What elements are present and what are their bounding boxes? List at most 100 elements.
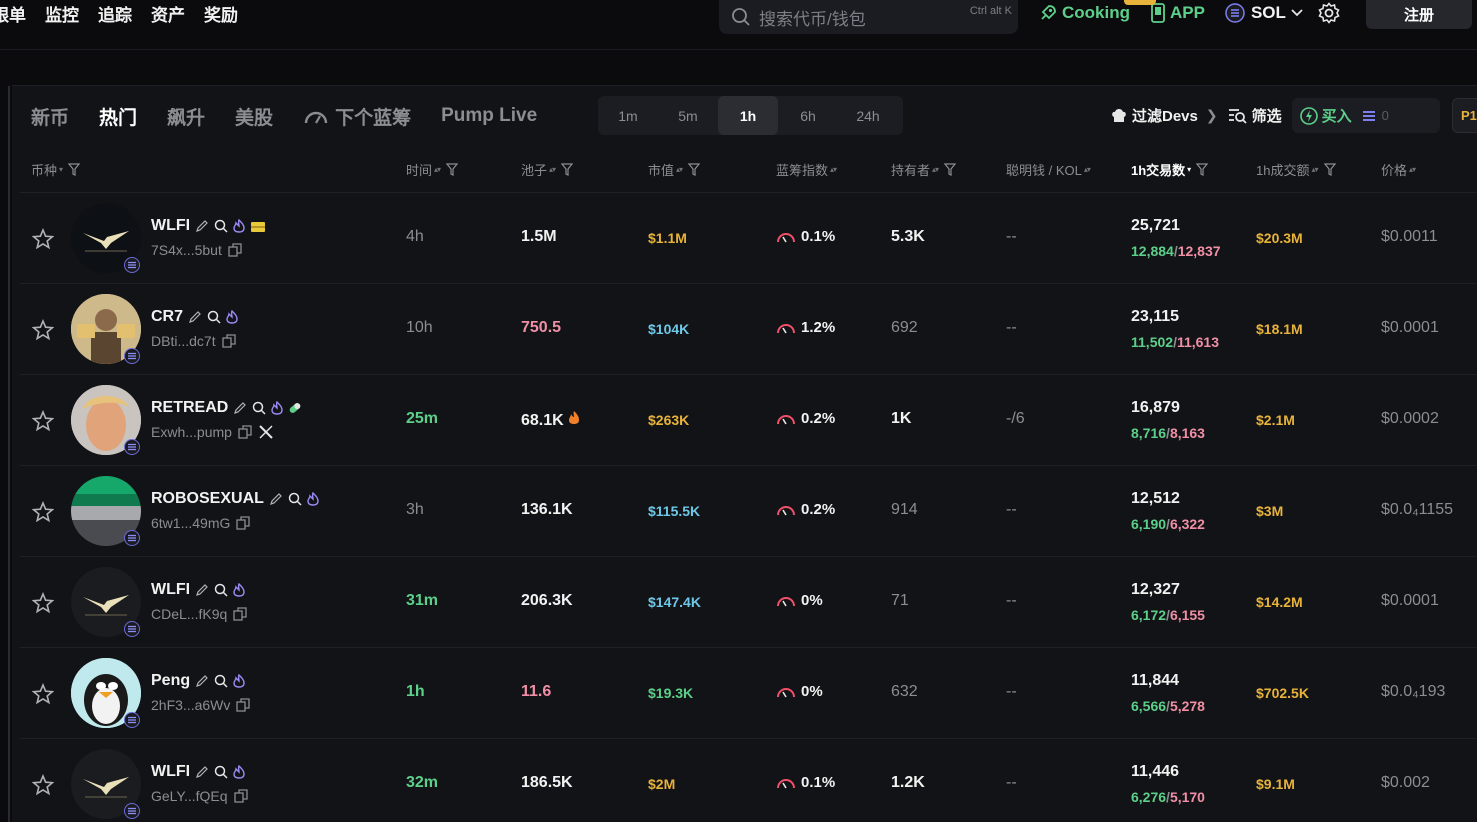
buy-amount-input[interactable]: 0: [1382, 108, 1389, 123]
token-symbol[interactable]: RETREAD: [151, 399, 302, 417]
search-box[interactable]: 搜索代币/钱包 Ctrl alt K: [719, 0, 1018, 34]
search-icon[interactable]: [214, 765, 228, 779]
filter-icon[interactable]: [944, 163, 957, 176]
search-icon[interactable]: [252, 401, 266, 415]
chevron-down-icon[interactable]: [1290, 6, 1304, 20]
edit-icon[interactable]: [195, 674, 209, 688]
star-icon[interactable]: [32, 592, 54, 614]
col-volume[interactable]: 1h成交额 ▴▾: [1256, 160, 1336, 179]
quick-buy-box[interactable]: 买入 0: [1291, 98, 1440, 133]
copy-icon[interactable]: [236, 698, 251, 712]
app-link[interactable]: APP: [1170, 3, 1205, 23]
star-icon[interactable]: [32, 774, 54, 796]
holders-count: 71: [891, 592, 909, 609]
table-row[interactable]: WLFI 7S4x...5but 4h 1.5M $1.1M 0.1% 5.3K…: [20, 192, 1477, 283]
token-address[interactable]: 2hF3...a6Wv: [151, 697, 251, 713]
token-symbol[interactable]: WLFI: [151, 763, 245, 781]
edit-icon[interactable]: [269, 492, 283, 506]
copy-icon[interactable]: [236, 516, 251, 530]
token-address[interactable]: CDeL...fK9q: [151, 606, 247, 622]
token-address[interactable]: DBti...dc7t: [151, 333, 236, 349]
search-icon[interactable]: [214, 583, 228, 597]
edit-icon[interactable]: [188, 310, 202, 324]
chevron-right-icon[interactable]: ❯: [1206, 107, 1218, 124]
copy-icon[interactable]: [238, 425, 252, 439]
token-symbol[interactable]: WLFI: [151, 217, 266, 235]
filter-icon[interactable]: [688, 163, 701, 176]
register-button[interactable]: 注册: [1366, 0, 1472, 29]
col-coin[interactable]: 币种 ▾: [31, 160, 81, 179]
nav-copytrade[interactable]: 跟单: [0, 1, 26, 26]
time-24h[interactable]: 24h: [838, 96, 898, 135]
filter-devs-button[interactable]: 过滤Devs: [1132, 105, 1198, 126]
col-price[interactable]: 价格 ▴▾: [1381, 160, 1416, 179]
tab-pump-live[interactable]: Pump Live: [441, 105, 537, 127]
copy-icon[interactable]: [221, 334, 236, 348]
token-symbol[interactable]: ROBOSEXUAL: [151, 490, 319, 508]
search-input[interactable]: 搜索代币/钱包: [759, 5, 866, 30]
table-row[interactable]: Peng 2hF3...a6Wv 1h 11.6 $19.3K 0% 632 -…: [20, 647, 1477, 738]
copy-icon[interactable]: [233, 607, 247, 621]
search-icon[interactable]: [214, 674, 228, 688]
tab-next-bluechip[interactable]: 下个蓝筹: [303, 103, 411, 130]
search-icon[interactable]: [214, 219, 228, 233]
star-icon[interactable]: [32, 228, 54, 250]
cooking-link[interactable]: Cooking: [1062, 0, 1156, 23]
copy-icon[interactable]: [228, 243, 242, 257]
star-icon[interactable]: [32, 319, 54, 341]
filter-icon[interactable]: [561, 163, 574, 176]
edit-icon[interactable]: [195, 765, 209, 779]
copy-icon[interactable]: [233, 789, 248, 803]
token-address[interactable]: 6tw1...49mG: [151, 515, 251, 531]
col-mcap[interactable]: 市值 ▴▾: [648, 160, 701, 179]
top-bar: 跟单 监控 追踪 资产 奖励 搜索代币/钱包 Ctrl alt K Cookin…: [0, 0, 1477, 50]
time-5m[interactable]: 5m: [658, 96, 718, 135]
star-icon[interactable]: [32, 410, 54, 432]
col-bluechip[interactable]: 蓝筹指数 ▴▾: [776, 160, 837, 179]
table-row[interactable]: CR7 DBti...dc7t 10h 750.5 $104K 1.2% 692…: [20, 283, 1477, 374]
time-1h[interactable]: 1h: [718, 96, 778, 135]
col-smart-kol[interactable]: 聪明钱 / KOL ▴▾: [1006, 160, 1091, 179]
token-symbol[interactable]: Peng: [151, 672, 245, 690]
token-address[interactable]: 7S4x...5but: [151, 242, 242, 258]
token-address[interactable]: GeLY...fQEq: [151, 788, 248, 804]
table-row[interactable]: ROBOSEXUAL 6tw1...49mG 3h 136.1K $115.5K…: [20, 465, 1477, 556]
token-address[interactable]: Exwh...pump: [151, 424, 274, 440]
table-row[interactable]: WLFI CDeL...fK9q 31m 206.3K $147.4K 0% 7…: [20, 556, 1477, 647]
tab-hot[interactable]: 热门: [99, 103, 137, 130]
table-row[interactable]: RETREAD Exwh...pump 25m 68.1K $263K 0.2%…: [20, 374, 1477, 465]
preset-p1-button[interactable]: P1: [1452, 98, 1477, 133]
edit-icon[interactable]: [195, 219, 209, 233]
tab-surge[interactable]: 飙升: [167, 103, 205, 130]
col-holders[interactable]: 持有者 ▴▾: [891, 160, 957, 179]
nav-monitor[interactable]: 监控: [45, 1, 79, 26]
search-icon[interactable]: [207, 310, 221, 324]
star-icon[interactable]: [32, 501, 54, 523]
token-symbol[interactable]: CR7: [151, 308, 238, 326]
gear-icon[interactable]: [1318, 2, 1340, 24]
col-pool[interactable]: 池子 ▴▾: [521, 160, 574, 179]
tab-new[interactable]: 新币: [31, 103, 69, 130]
star-icon[interactable]: [32, 683, 54, 705]
filter-icon[interactable]: [1196, 163, 1209, 176]
tab-us-stocks[interactable]: 美股: [235, 103, 273, 130]
bluechip-index: 0%: [776, 592, 823, 609]
x-twitter-icon[interactable]: [258, 424, 274, 440]
screen-button[interactable]: 筛选: [1252, 105, 1282, 126]
table-row[interactable]: WLFI GeLY...fQEq 32m 186.5K $2M 0.1% 1.2…: [20, 738, 1477, 822]
edit-icon[interactable]: [195, 583, 209, 597]
col-tx[interactable]: 1h交易数 ▾: [1131, 160, 1209, 179]
chain-selector[interactable]: SOL: [1251, 3, 1286, 23]
token-symbol[interactable]: WLFI: [151, 581, 245, 599]
search-icon[interactable]: [288, 492, 302, 506]
nav-rewards[interactable]: 奖励: [204, 1, 238, 26]
col-time[interactable]: 时间 ▴▾: [406, 160, 459, 179]
nav-assets[interactable]: 资产: [151, 1, 185, 26]
filter-icon[interactable]: [1323, 163, 1336, 176]
filter-icon[interactable]: [446, 163, 459, 176]
filter-icon[interactable]: [68, 163, 81, 176]
edit-icon[interactable]: [233, 401, 247, 415]
time-1m[interactable]: 1m: [598, 96, 658, 135]
time-6h[interactable]: 6h: [778, 96, 838, 135]
nav-track[interactable]: 追踪: [98, 1, 132, 26]
